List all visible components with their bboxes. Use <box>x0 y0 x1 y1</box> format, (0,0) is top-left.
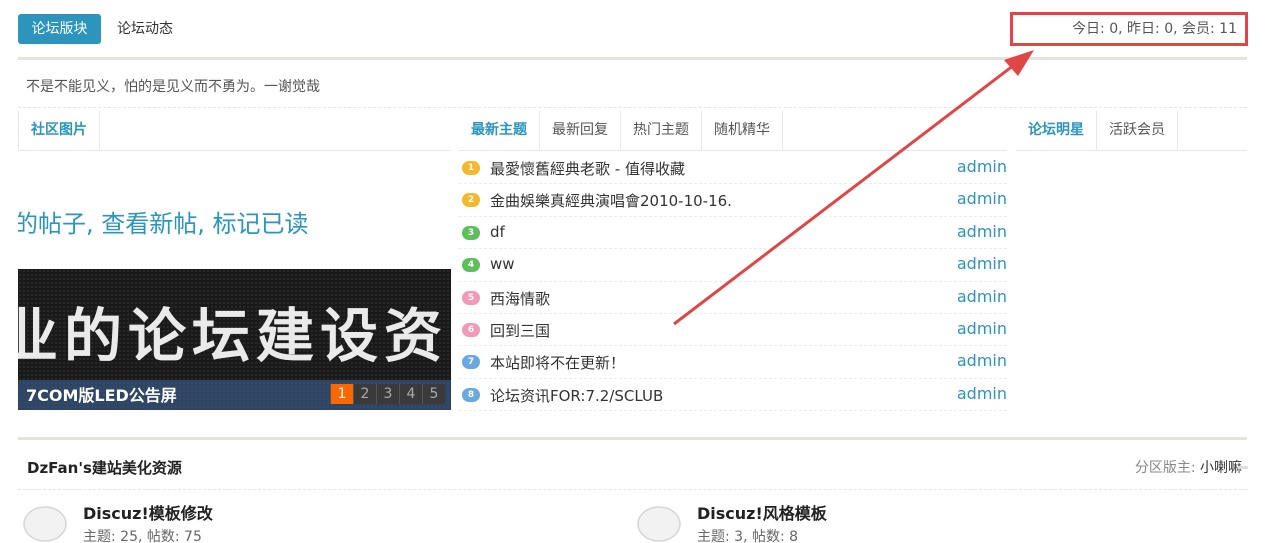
thread-row[interactable]: 8 论坛资讯FOR:7.2/SCLUB admin <box>459 379 1007 412</box>
thread-title[interactable]: 金曲娛樂真經典演唱會2010-10-16. <box>490 190 732 211</box>
forum-stats-text: 主题: 25, 帖数: 75 <box>83 529 202 543</box>
thread-author[interactable]: admin <box>957 384 1007 403</box>
thread-title[interactable]: ww <box>490 255 515 273</box>
thread-list: 1 最愛懷舊經典老歌 - 值得收藏 admin 2 金曲娛樂真經典演唱會2010-10-… <box>459 152 1007 412</box>
rank-badge-icon: 2 <box>462 193 480 208</box>
thread-row[interactable]: 6 回到三国 admin <box>459 314 1007 347</box>
tab-random-digest[interactable]: 随机精华 <box>702 111 783 150</box>
thread-row[interactable]: 3 df admin <box>459 217 1007 250</box>
thread-title[interactable]: 论坛资讯FOR:7.2/SCLUB <box>490 385 663 406</box>
thread-author[interactable]: admin <box>957 254 1007 273</box>
slideshow-banner[interactable]: 业的论坛建设资 7COM版LED公告屏 1 2 3 4 5 <box>18 269 451 410</box>
motto-text: 不是不能见义，怕的是见义而不勇为。一谢觉哉 <box>26 79 320 95</box>
link-mark-read[interactable]: 标记已读 <box>213 210 309 238</box>
thread-title[interactable]: 回到三国 <box>490 320 550 341</box>
top-bar: 论坛版块 论坛动态 今日: 0, 昨日: 0, 会员: 11 <box>18 12 1248 46</box>
moderator-name[interactable]: 小喇嘛 <box>1200 460 1242 476</box>
rank-badge-icon: 8 <box>462 387 480 402</box>
divider <box>18 437 1247 440</box>
forum-name[interactable]: Discuz!模板修改 <box>83 500 213 524</box>
rank-badge-icon: 1 <box>462 161 480 175</box>
left-panel-tabs: 社区图片 <box>18 111 451 151</box>
thread-title[interactable]: 最愛懷舊經典老歌 - 值得收藏 <box>490 158 685 179</box>
section-title[interactable]: DzFan's建站美化资源 <box>27 457 182 478</box>
community-images-panel: 的帖子, 查看新帖, 标记已读 业的论坛建设资 7COM版LED公告屏 1 2 … <box>18 160 451 410</box>
moderator-label: 分区版主: <box>1134 460 1196 476</box>
forum-stats: 今日: 0, 昨日: 0, 会员: 11 <box>1010 12 1248 46</box>
thread-author[interactable]: admin <box>957 319 1007 338</box>
section-moderator: 分区版主: 小喇嘛 <box>1135 457 1242 477</box>
rank-badge-icon: 4 <box>462 258 480 273</box>
thread-title[interactable]: 本站即将不在更新！ <box>490 352 625 373</box>
thread-title[interactable]: df <box>490 223 505 241</box>
thread-tabs: 最新主题 最新回复 热门主题 随机精华 <box>459 111 1007 151</box>
pager-page-2[interactable]: 2 <box>353 384 376 404</box>
tab-forum-sections[interactable]: 论坛版块 <box>18 14 101 44</box>
thread-row[interactable]: 1 最愛懷舊經典老歌 - 值得收藏 admin <box>459 152 1007 185</box>
tab-forum-activity[interactable]: 论坛动态 <box>117 14 173 44</box>
pager-page-5[interactable]: 5 <box>422 384 445 404</box>
collapse-toggle[interactable] <box>1238 466 1248 469</box>
rank-badge-icon: 5 <box>462 290 480 305</box>
link-new-posts[interactable]: 查看新帖 <box>101 210 197 238</box>
pager-page-3[interactable]: 3 <box>376 384 399 404</box>
rank-badge-icon: 3 <box>462 225 480 240</box>
tab-latest-threads[interactable]: 最新主题 <box>459 111 540 150</box>
rank-badge-icon: 6 <box>462 322 480 337</box>
forum-name[interactable]: Discuz!风格模板 <box>697 500 827 524</box>
thread-author[interactable]: admin <box>957 351 1007 370</box>
tab-hot-threads[interactable]: 热门主题 <box>621 111 702 150</box>
link-my-posts[interactable]: 的帖子 <box>18 210 86 238</box>
divider <box>18 57 1247 60</box>
forum-bubble-icon <box>637 506 681 542</box>
tab-latest-replies[interactable]: 最新回复 <box>540 111 621 150</box>
thread-author[interactable]: admin <box>957 287 1007 306</box>
thread-row[interactable]: 7 本站即将不在更新！ admin <box>459 346 1007 379</box>
thread-row[interactable]: 5 西海情歌 admin <box>459 282 1007 314</box>
forum-bubble-icon <box>23 506 67 542</box>
pager-page-1[interactable]: 1 <box>330 384 353 404</box>
banner-image-text: 业的论坛建设资 <box>18 302 449 370</box>
divider <box>18 489 1247 490</box>
banner-caption[interactable]: 7COM版LED公告屏 <box>26 382 177 406</box>
thread-author[interactable]: admin <box>957 157 1007 176</box>
members-tabs: 论坛明星 活跃会员 <box>1016 111 1247 151</box>
quick-links: 的帖子, 查看新帖, 标记已读 <box>18 204 309 239</box>
thread-title[interactable]: 西海情歌 <box>490 288 550 309</box>
thread-author[interactable]: admin <box>957 189 1007 208</box>
thread-row[interactable]: 4 ww admin <box>459 249 1007 282</box>
forum-stats-text: 主题: 3, 帖数: 8 <box>697 529 799 543</box>
slideshow-pager: 1 2 3 4 5 <box>330 384 445 404</box>
tab-active-members[interactable]: 活跃会员 <box>1097 111 1178 150</box>
pager-page-4[interactable]: 4 <box>399 384 422 404</box>
thread-author[interactable]: admin <box>957 222 1007 241</box>
thread-row[interactable]: 2 金曲娛樂真經典演唱會2010-10-16. admin <box>459 184 1007 217</box>
divider <box>18 107 1247 108</box>
tab-community-images[interactable]: 社区图片 <box>19 111 100 150</box>
tab-forum-stars[interactable]: 论坛明星 <box>1016 111 1097 150</box>
rank-badge-icon: 7 <box>462 355 480 370</box>
